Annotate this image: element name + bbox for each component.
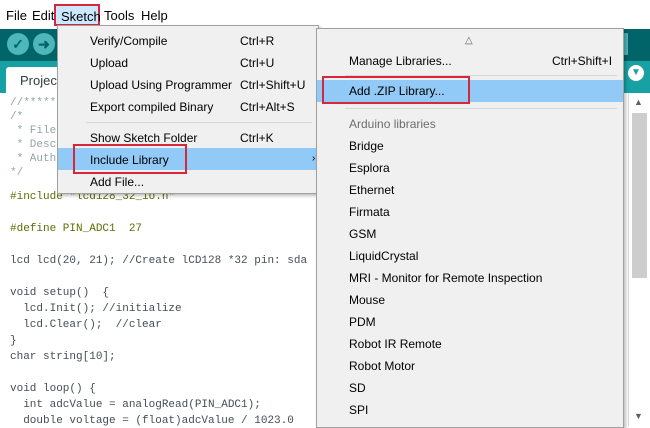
code-line: #define PIN_ADC1 27 — [10, 223, 143, 235]
code-line: } — [10, 335, 17, 347]
menu-item-label: Robot Motor — [349, 359, 416, 373]
menu-help[interactable]: Help — [141, 8, 168, 23]
library-item-firmata[interactable]: Firmata — [317, 201, 623, 223]
menu-item-upload[interactable]: Upload Ctrl+U — [58, 51, 318, 73]
library-item-bridge[interactable]: Bridge — [317, 135, 623, 157]
library-item-liquidcrystal[interactable]: LiquidCrystal — [317, 245, 623, 267]
code-line: * Auth — [10, 153, 57, 165]
menu-edit[interactable]: Edit — [32, 8, 54, 23]
library-item-ethernet[interactable]: Ethernet — [317, 179, 623, 201]
menu-item-upload-using-programmer[interactable]: Upload Using Programmer Ctrl+Shift+U — [58, 73, 318, 95]
annotation-highlight-box — [322, 76, 470, 104]
scroll-up-icon[interactable]: △ — [465, 35, 473, 46]
include-library-submenu: △ Manage Libraries... Ctrl+Shift+I Add .… — [316, 28, 624, 428]
menu-item-label: Ethernet — [349, 183, 395, 197]
menu-item-shortcut: Ctrl+U — [240, 56, 275, 70]
code-line: */ — [10, 167, 24, 179]
verify-icon[interactable]: ✓ — [7, 33, 29, 55]
menu-sketch-label: Sketch — [61, 9, 101, 24]
annotation-highlight-box — [73, 144, 187, 174]
menu-item-label: Show Sketch Folder — [90, 131, 198, 145]
scrollbar-thumb[interactable] — [632, 113, 647, 278]
menu-item-shortcut: Ctrl+Shift+U — [240, 78, 306, 92]
menu-item-label: PDM — [349, 315, 376, 329]
menu-item-label: Add File... — [90, 175, 145, 189]
library-item-spi[interactable]: SPI — [317, 399, 623, 421]
library-item-esplora[interactable]: Esplora — [317, 157, 623, 179]
menu-item-label: Bridge — [349, 139, 384, 153]
menu-item-label: LiquidCrystal — [349, 249, 419, 263]
menu-section-header: Arduino libraries — [317, 113, 623, 135]
code-line: lcd.Clear(); //clear — [10, 319, 162, 331]
library-item-robot-motor[interactable]: Robot Motor — [317, 355, 623, 377]
menu-item-label: Export compiled Binary — [90, 100, 214, 114]
menu-item-label: Mouse — [349, 293, 386, 307]
menu-item-label: SPI — [349, 403, 369, 417]
menu-item-shortcut: Ctrl+Alt+S — [240, 100, 295, 114]
menu-item-shortcut: Ctrl+K — [240, 131, 274, 145]
menu-file[interactable]: File — [6, 8, 27, 23]
menu-item-label: GSM — [349, 227, 377, 241]
section-header-label: Arduino libraries — [349, 117, 436, 131]
library-item-sd[interactable]: SD — [317, 377, 623, 399]
code-line: lcd.Init(); //initialize — [10, 303, 182, 315]
menu-item-label: Verify/Compile — [90, 34, 168, 48]
menu-item-label: Upload — [90, 56, 129, 70]
menu-item-label: SD — [349, 381, 366, 395]
menu-item-shortcut: Ctrl+Shift+I — [552, 54, 613, 68]
upload-icon[interactable]: ➜ — [33, 33, 55, 55]
code-line: char string[10]; — [10, 351, 116, 363]
library-item-gsm[interactable]: GSM — [317, 223, 623, 245]
tab-menu-icon[interactable]: ▼ — [628, 65, 644, 81]
sketch-menu: Verify/Compile Ctrl+R Upload Ctrl+U Uplo… — [57, 25, 319, 194]
menu-separator — [86, 122, 312, 123]
library-item-robot-ir-remote[interactable]: Robot IR Remote — [317, 333, 623, 355]
menu-item-label: MRI - Monitor for Remote Inspection — [349, 271, 543, 285]
library-item-mouse[interactable]: Mouse — [317, 289, 623, 311]
scroll-down-icon[interactable]: ▼ — [634, 411, 643, 421]
code-line: void loop() { — [10, 383, 96, 395]
tab-label: Project — [20, 73, 61, 88]
editor-scrollbar[interactable]: ▲ ▼ — [628, 93, 650, 426]
code-line: int adcValue = analogRead(PIN_ADC1); — [10, 399, 261, 411]
submenu-arrow-icon: › — [312, 153, 316, 164]
menu-sketch[interactable]: Sketch — [54, 4, 101, 26]
menu-tools[interactable]: Tools — [104, 8, 134, 23]
code-line: void setup() { — [10, 287, 110, 299]
menu-item-label: Robot IR Remote — [349, 337, 442, 351]
menu-item-shortcut: Ctrl+R — [240, 34, 275, 48]
scroll-up-icon[interactable]: ▲ — [634, 97, 643, 107]
menu-item-label: Upload Using Programmer — [90, 78, 233, 92]
code-line: * Desc — [10, 139, 57, 151]
menu-item-manage-libraries[interactable]: Manage Libraries... Ctrl+Shift+I — [317, 50, 623, 72]
library-item-mri[interactable]: MRI - Monitor for Remote Inspection — [317, 267, 623, 289]
code-line: lcd lcd(20, 21); //Create lCD128 *32 pin… — [10, 255, 308, 267]
menu-item-label: Esplora — [349, 161, 390, 175]
code-line: //***** — [10, 97, 57, 109]
code-line: /* — [10, 111, 24, 123]
library-item-pdm[interactable]: PDM — [317, 311, 623, 333]
code-line: * File — [10, 125, 57, 137]
menu-item-label: Firmata — [349, 205, 390, 219]
menu-separator — [345, 108, 617, 109]
menu-item-export-binary[interactable]: Export compiled Binary Ctrl+Alt+S — [58, 95, 318, 117]
menu-item-label: Manage Libraries... — [349, 54, 452, 68]
menu-item-verify-compile[interactable]: Verify/Compile Ctrl+R — [58, 29, 318, 51]
